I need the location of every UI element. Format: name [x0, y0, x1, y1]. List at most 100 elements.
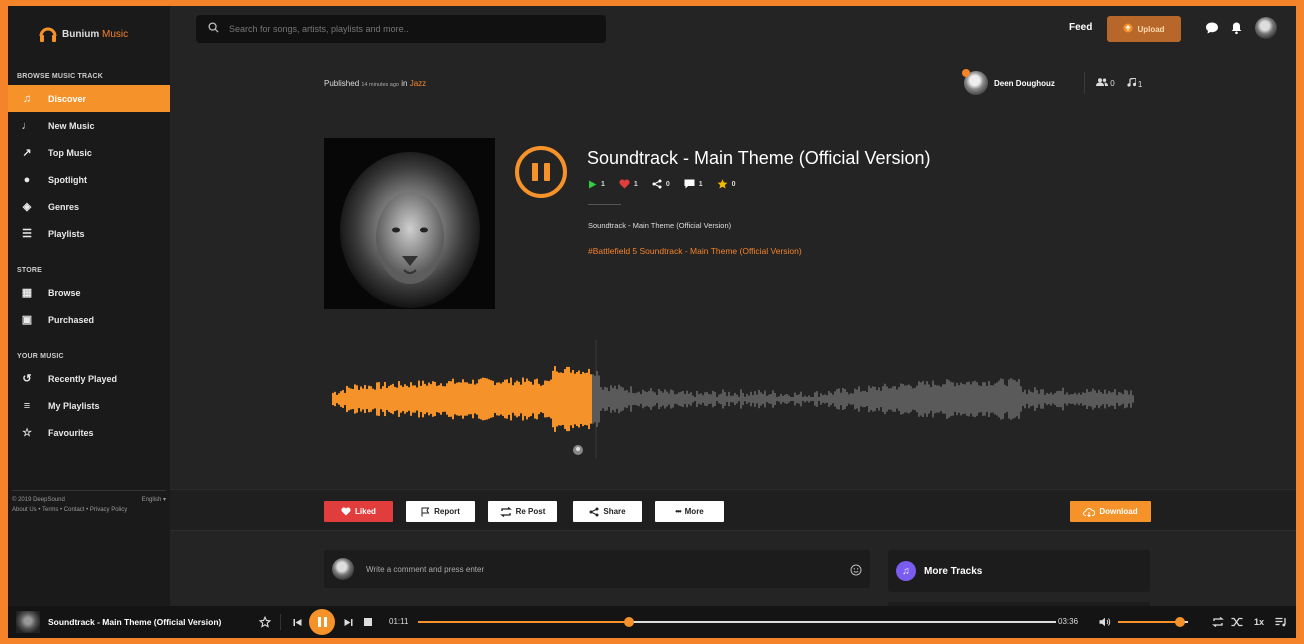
logo[interactable]: Bunium Music [8, 6, 170, 62]
waveform-bar [714, 391, 716, 407]
sidebar-item-label: My Playlists [48, 400, 100, 411]
share-button[interactable]: Share [573, 501, 642, 522]
stop-icon[interactable] [362, 614, 374, 630]
favorite-star-icon[interactable] [258, 614, 272, 630]
waveform-bar [562, 373, 564, 425]
waveform-bar [602, 389, 604, 409]
language-select[interactable]: English ▾ [142, 495, 166, 505]
waveform-bar [1054, 392, 1056, 406]
waveform-bar [556, 371, 558, 427]
sidebar-item-favourites[interactable]: ☆ Favourites [8, 419, 170, 446]
waveform-bar [786, 393, 788, 405]
download-button[interactable]: Download [1070, 501, 1151, 522]
waveform-bar [554, 366, 556, 432]
sidebar-item-recently-played[interactable]: ↺ Recently Played [8, 365, 170, 392]
previous-icon[interactable] [291, 614, 303, 630]
sidebar-item-genres[interactable]: ◈ Genres [8, 193, 170, 220]
waveform-bar [1090, 391, 1092, 407]
waveform-bar [692, 395, 694, 403]
waveform-bar [1038, 393, 1040, 405]
sidebar-item-purchased[interactable]: ▣ Purchased [8, 306, 170, 333]
waveform-bar [824, 394, 826, 404]
chat-icon[interactable] [1203, 19, 1221, 37]
sidebar-item-discover[interactable]: ♫ Discover [8, 85, 170, 112]
headphones-logo-icon [38, 24, 58, 44]
search-input[interactable] [229, 24, 589, 34]
track-owner[interactable]: Deen Doughouz [962, 69, 1055, 95]
waveform-bar [1102, 393, 1104, 405]
progress-handle[interactable] [623, 617, 634, 627]
owner-avatar [962, 69, 988, 95]
progress-bar[interactable] [418, 617, 1056, 627]
waveform-bar [820, 393, 822, 405]
volume-slider[interactable] [1118, 617, 1188, 627]
waveform-bar [806, 396, 808, 402]
next-icon[interactable] [342, 614, 354, 630]
published-info: Published 14 minutes ago in Jazz [324, 79, 427, 88]
waveform-bar [344, 392, 346, 406]
audio-player: Soundtrack - Main Theme (Official Versio… [8, 606, 1296, 638]
comments-stat[interactable]: 1 [684, 179, 703, 189]
waveform-bar [1088, 391, 1090, 407]
repeat-icon[interactable] [1211, 614, 1225, 630]
footer-links[interactable]: About Us • Terms • Contact • Privacy Pol… [12, 505, 166, 515]
waveform-bar [1044, 394, 1046, 404]
playback-speed[interactable]: 1x [1251, 614, 1267, 630]
flag-icon [421, 507, 430, 516]
sidebar-item-browse[interactable]: ▦ Browse [8, 279, 170, 306]
shuffle-icon[interactable] [1230, 614, 1244, 630]
sidebar-item-top-music[interactable]: ↗ Top Music [8, 139, 170, 166]
waveform-bar [966, 382, 968, 416]
sidebar-item-spotlight[interactable]: ● Spotlight [8, 166, 170, 193]
genre-link[interactable]: Jazz [410, 79, 426, 88]
queue-icon[interactable] [1274, 614, 1288, 630]
waveform-bar [796, 394, 798, 404]
likes-stat[interactable]: 1 [619, 179, 638, 189]
sidebar-item-my-playlists[interactable]: ≡ My Playlists [8, 392, 170, 419]
waveform[interactable] [324, 340, 1144, 458]
comment-input[interactable] [366, 564, 846, 574]
bell-icon[interactable] [1227, 19, 1245, 37]
sidebar-item-new-music[interactable]: ♩ New Music [8, 112, 170, 139]
waveform-bar [942, 384, 944, 414]
volume-handle[interactable] [1174, 617, 1185, 627]
search-bar[interactable] [196, 15, 606, 43]
waveform-bar [946, 379, 948, 419]
volume-icon[interactable] [1098, 614, 1112, 630]
waveform-bar [570, 372, 572, 426]
play-icon [589, 180, 597, 188]
player-pause-button[interactable] [309, 609, 335, 635]
shares-stat[interactable]: 0 [652, 179, 670, 189]
upload-button[interactable]: Upload [1107, 16, 1181, 42]
waveform-bar [712, 390, 714, 408]
waveform-bar [396, 387, 398, 411]
waveform-bar [1076, 394, 1078, 404]
feed-link[interactable]: Feed [1069, 22, 1092, 33]
liked-button[interactable]: Liked [324, 501, 393, 522]
user-avatar[interactable] [1255, 17, 1277, 39]
layers-icon: ◈ [22, 201, 32, 213]
sidebar-item-label: Spotlight [48, 174, 87, 185]
comment-box[interactable] [324, 550, 870, 588]
track-tags[interactable]: #Battlefield 5 Soundtrack - Main Theme (… [588, 246, 802, 256]
sidebar-item-playlists[interactable]: ☰ Playlists [8, 220, 170, 247]
waveform-bar [974, 380, 976, 418]
waveform-bar [748, 395, 750, 403]
waveform-bar [582, 371, 584, 427]
waveform-bar [416, 387, 418, 411]
report-button[interactable]: Report [406, 501, 475, 522]
waveform-bar [962, 383, 964, 415]
waveform-bar [1004, 384, 1006, 414]
sidebar-item-label: Genres [48, 201, 80, 212]
pause-button[interactable] [515, 146, 567, 198]
rating-stat[interactable]: 0 [717, 179, 736, 189]
waveform-bar [498, 382, 500, 416]
waveform-bar [922, 380, 924, 418]
sidebar-item-label: Recently Played [48, 373, 118, 384]
waveform-cursor-avatar [573, 445, 583, 455]
track-title: Soundtrack - Main Theme (Official Versio… [587, 148, 931, 168]
emoji-icon[interactable] [850, 563, 862, 576]
waveform-bar [810, 397, 812, 401]
more-button[interactable]: ••• More [655, 501, 724, 522]
repost-button[interactable]: Re Post [488, 501, 557, 522]
